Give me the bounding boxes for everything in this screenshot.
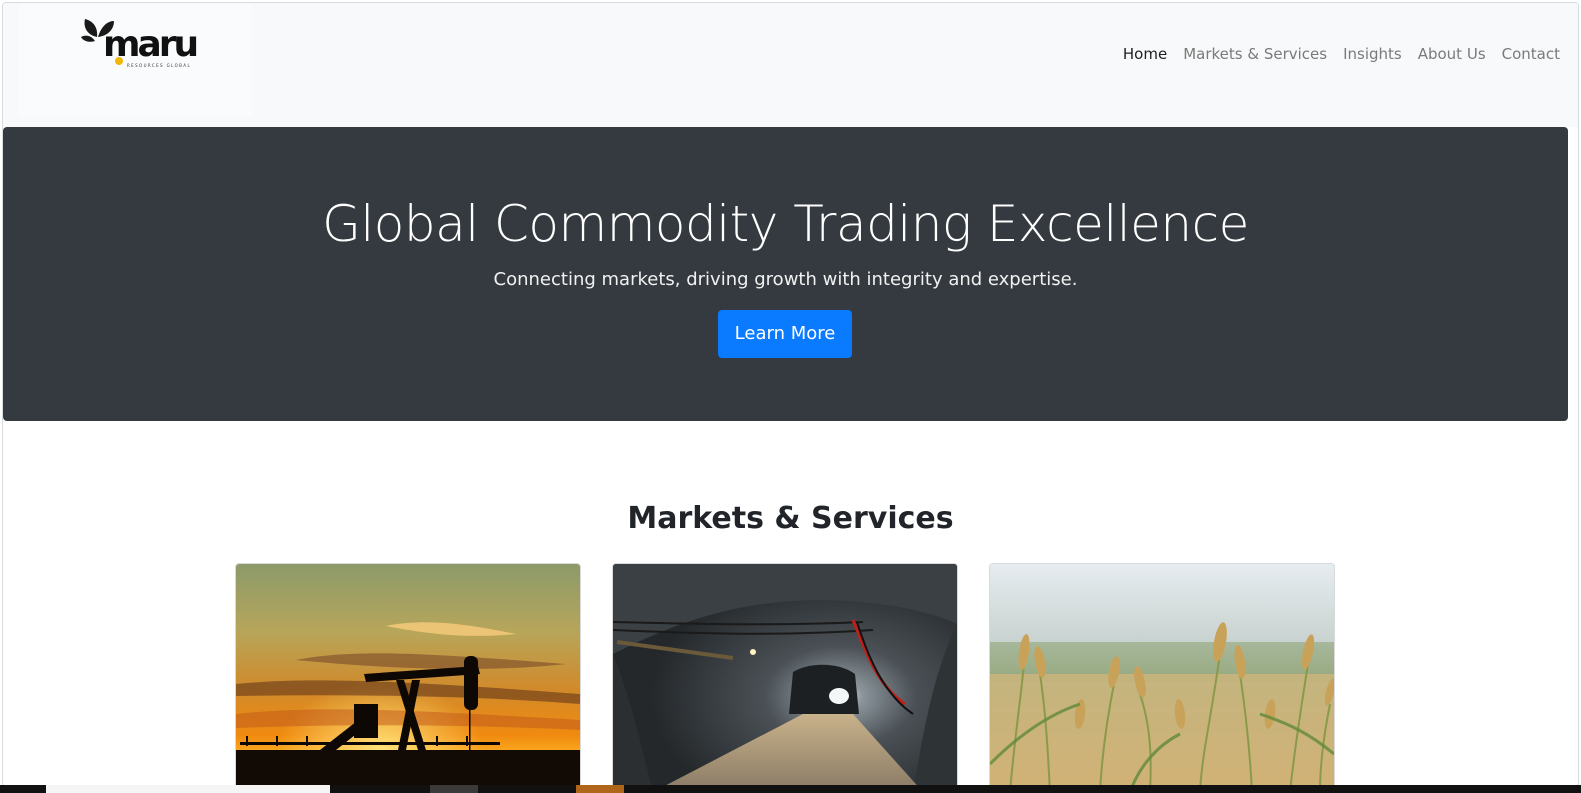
navbar: maru RESOURCES GLOBAL Home Markets & Ser… <box>3 3 1578 127</box>
nav-link-insights[interactable]: Insights <box>1335 43 1410 65</box>
market-card-metals[interactable] <box>612 563 958 786</box>
wheat-field-photo <box>990 564 1334 786</box>
nav-link-about-us[interactable]: About Us <box>1410 43 1494 65</box>
nav-link-contact[interactable]: Contact <box>1494 43 1568 65</box>
taskbar-strip <box>0 785 1581 793</box>
taskbar-segment <box>430 785 478 793</box>
taskbar-segment <box>576 785 624 793</box>
nav-link-home[interactable]: Home <box>1115 43 1175 65</box>
learn-more-button[interactable]: Learn More <box>718 310 852 358</box>
hero-title: Global Commodity Trading Excellence <box>322 195 1249 253</box>
oil-pumpjack-sunset-photo <box>236 564 580 786</box>
markets-section-title: Markets & Services <box>627 501 954 536</box>
logo-dot <box>115 57 123 65</box>
logo-tagline: RESOURCES GLOBAL <box>127 63 192 68</box>
hero-jumbotron: Global Commodity Trading Excellence Conn… <box>3 127 1568 421</box>
brand-logo-link[interactable]: maru RESOURCES GLOBAL <box>19 5 252 117</box>
hero-subtitle: Connecting markets, driving growth with … <box>493 269 1078 290</box>
market-card-agriculture[interactable] <box>989 563 1335 786</box>
mine-tunnel-photo <box>613 564 957 786</box>
nav-link-markets-services[interactable]: Markets & Services <box>1175 43 1335 65</box>
logo: maru RESOURCES GLOBAL <box>81 15 201 73</box>
market-card-energy[interactable] <box>235 563 581 786</box>
browser-viewport: maru RESOURCES GLOBAL Home Markets & Ser… <box>2 2 1579 787</box>
markets-card-grid <box>235 563 1336 786</box>
taskbar-segment <box>46 785 330 793</box>
main-nav: Home Markets & Services Insights About U… <box>1115 43 1568 65</box>
